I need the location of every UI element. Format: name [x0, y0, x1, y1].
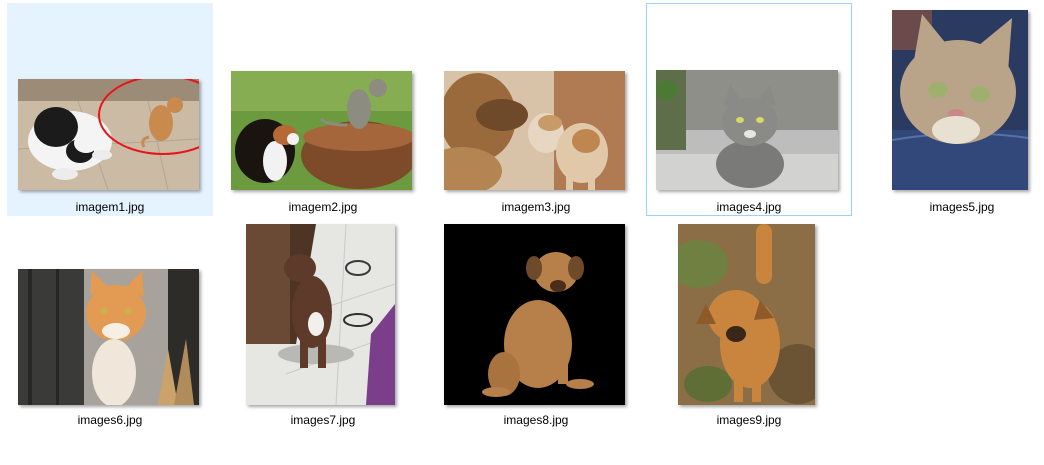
file-item-imagem3[interactable]: imagem3.jpg — [433, 3, 639, 216]
file-item-images6[interactable]: images6.jpg — [7, 219, 213, 432]
file-name-images6: images6.jpg — [77, 413, 143, 427]
thumbnail-images4 — [656, 70, 838, 190]
file-name-images7: images7.jpg — [290, 413, 356, 427]
file-name-images4: images4.jpg — [716, 200, 782, 214]
file-item-images5[interactable]: images5.jpg — [859, 3, 1044, 216]
thumbnail-images8 — [444, 224, 625, 405]
file-name-imagem3: imagem3.jpg — [501, 200, 571, 214]
file-item-images8[interactable]: images8.jpg — [433, 219, 639, 432]
file-item-imagem2[interactable]: imagem2.jpg — [220, 3, 426, 216]
file-name-imagem1: imagem1.jpg — [75, 200, 145, 214]
thumbnail-imagem1 — [18, 79, 199, 190]
file-name-imagem2: imagem2.jpg — [288, 200, 358, 214]
thumbnail-images5 — [892, 10, 1028, 190]
file-name-images8: images8.jpg — [503, 413, 569, 427]
file-item-images7[interactable]: images7.jpg — [220, 219, 426, 432]
thumbnail-images7 — [246, 224, 395, 405]
file-item-images4[interactable]: images4.jpg — [646, 3, 852, 216]
file-name-images5: images5.jpg — [929, 200, 995, 214]
file-item-images9[interactable]: images9.jpg — [646, 219, 852, 432]
thumbnail-imagem3 — [444, 71, 625, 190]
thumbnail-imagem2 — [231, 71, 412, 190]
thumbnail-images6 — [18, 269, 199, 405]
file-explorer-view: imagem1.jpg imagem2.jpg imagem3.jpg imag… — [0, 0, 1044, 465]
thumbnail-images9 — [678, 224, 815, 405]
file-item-imagem1[interactable]: imagem1.jpg — [7, 3, 213, 216]
file-name-images9: images9.jpg — [716, 413, 782, 427]
